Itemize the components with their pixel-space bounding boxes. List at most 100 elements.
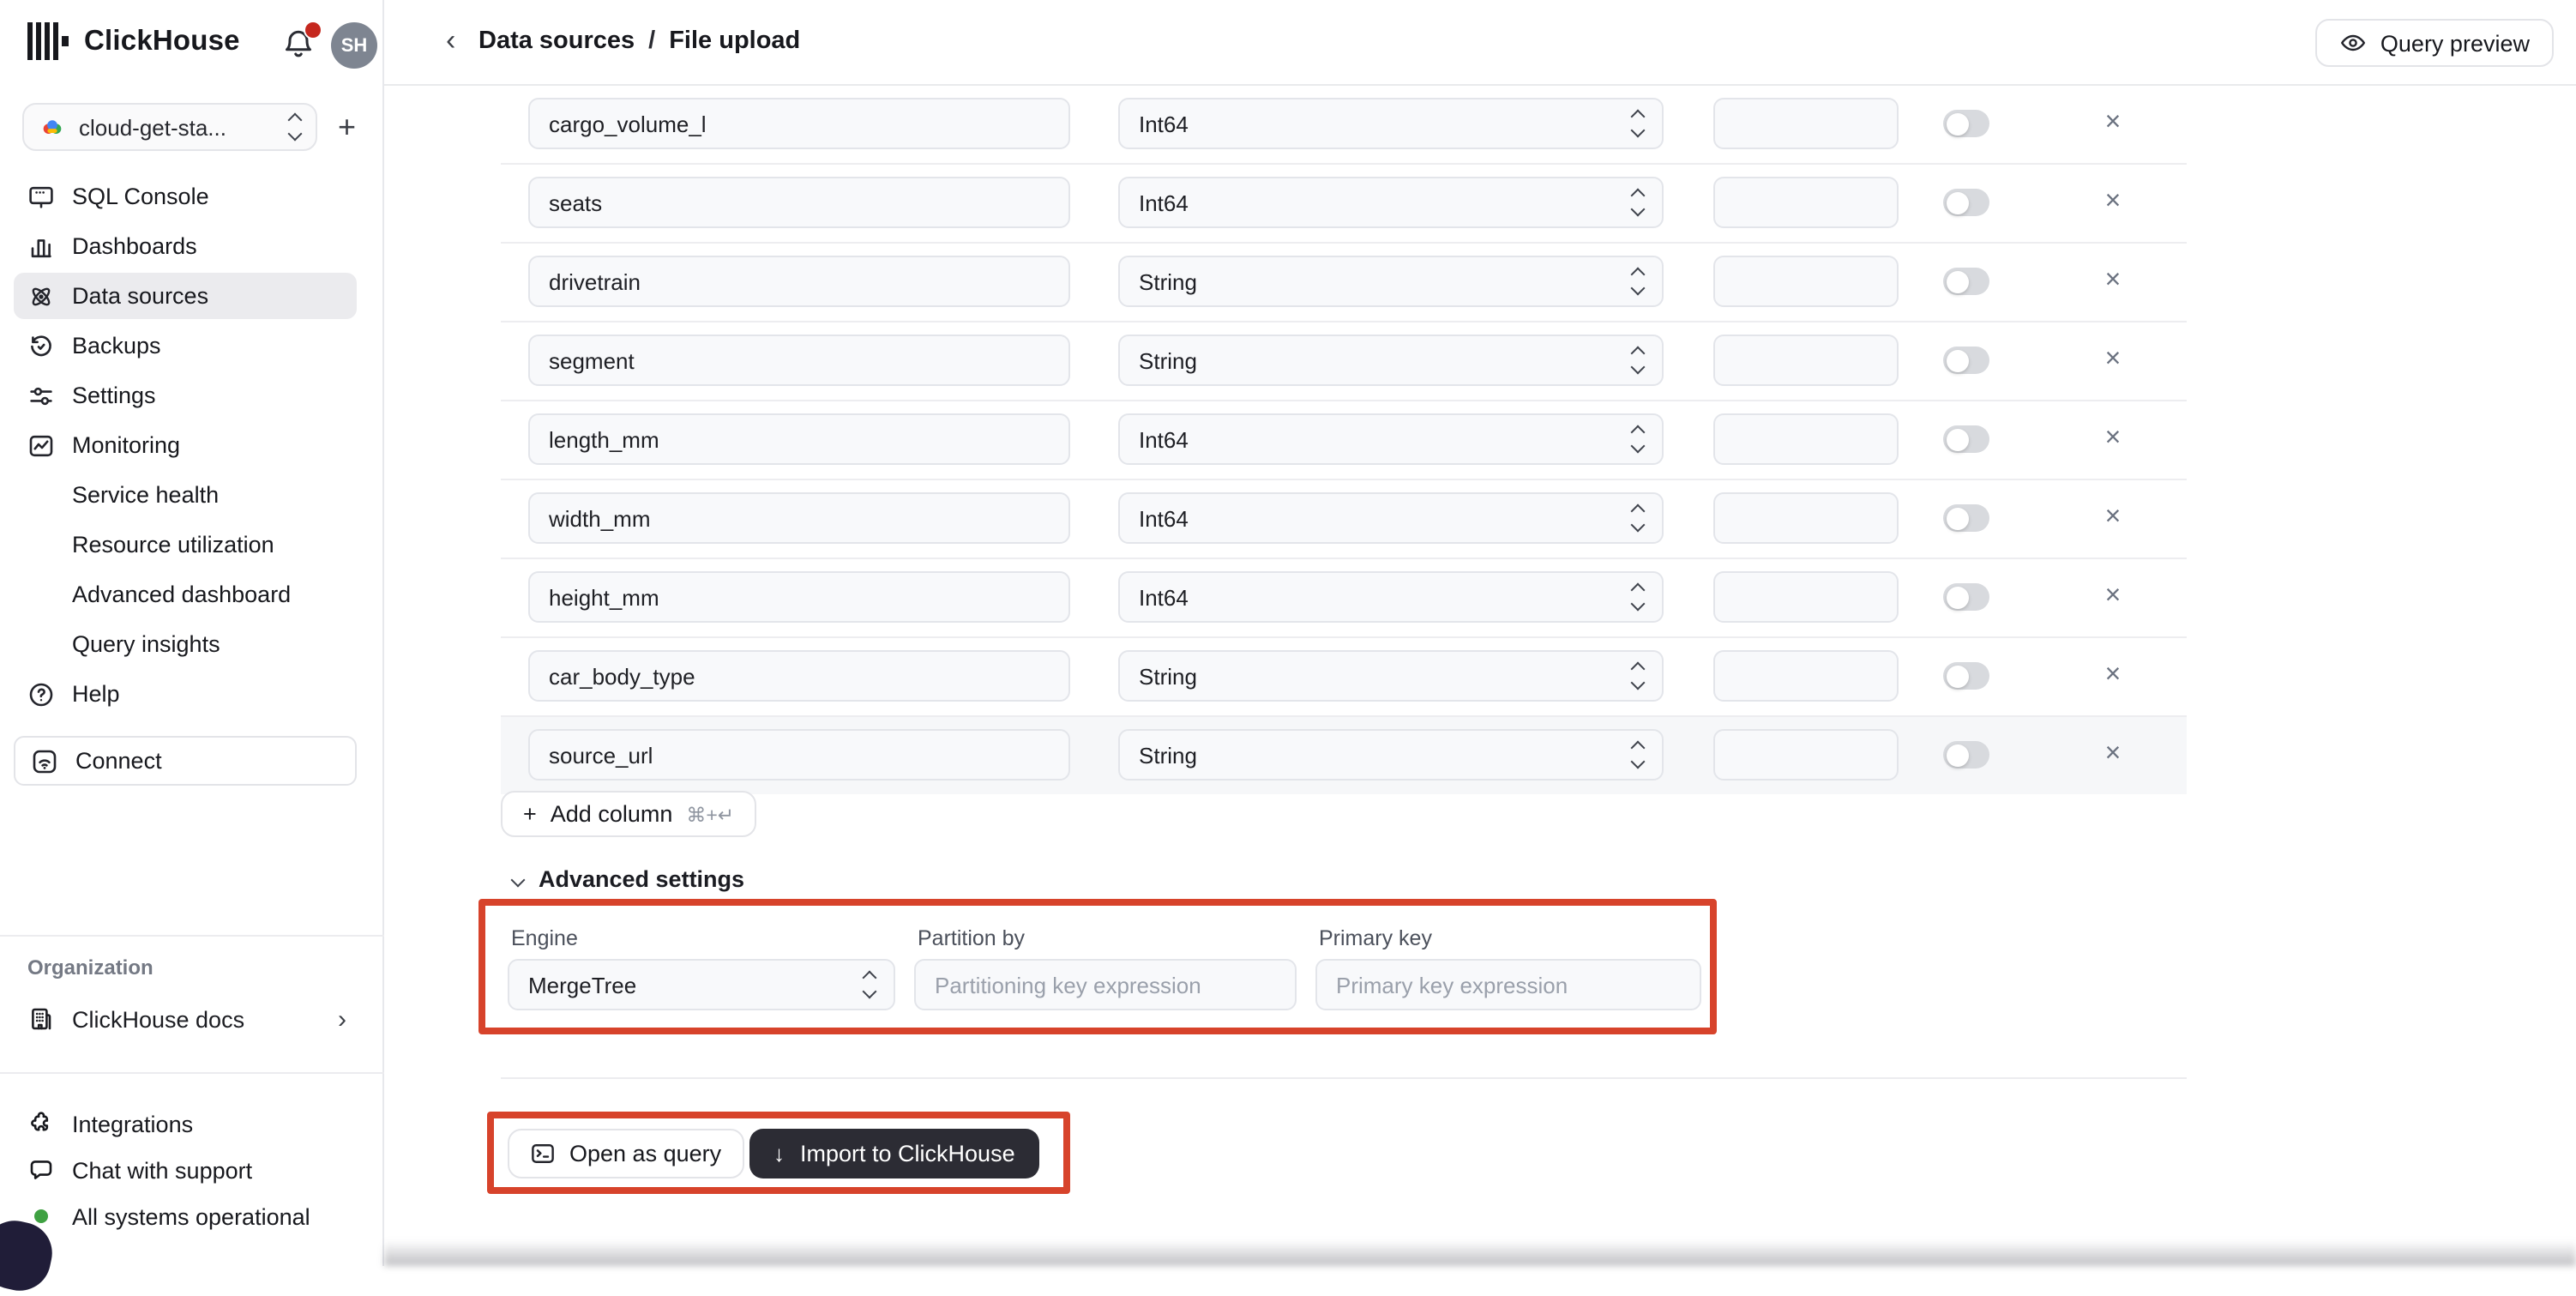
column-name-input[interactable]: [528, 256, 1070, 307]
nullable-toggle[interactable]: [1943, 583, 1989, 611]
breadcrumb: Data sources / File upload: [478, 27, 800, 55]
sidebar-item-settings[interactable]: Settings: [0, 371, 384, 420]
table-row: String ×: [501, 636, 2187, 715]
column-default-input[interactable]: [1713, 492, 1899, 544]
status-green-dot: [34, 1209, 48, 1223]
sidebar-item-advanced-dashboard[interactable]: Advanced dashboard: [0, 570, 384, 619]
column-name-input[interactable]: [528, 335, 1070, 386]
column-name-input[interactable]: [528, 413, 1070, 465]
clickhouse-logo[interactable]: ClickHouse: [27, 22, 240, 60]
select-updown-icon: [864, 973, 875, 997]
query-preview-button[interactable]: Query preview: [2315, 19, 2554, 67]
breadcrumb-data-sources[interactable]: Data sources: [478, 27, 635, 55]
avatar[interactable]: SH: [331, 22, 377, 69]
column-name-input[interactable]: [528, 650, 1070, 702]
add-column-button[interactable]: + Add column ⌘+↵: [501, 791, 756, 837]
logo-text: ClickHouse: [84, 25, 240, 57]
column-name-input[interactable]: [528, 571, 1070, 623]
column-default-input[interactable]: [1713, 177, 1899, 228]
select-updown-icon: [1633, 585, 1643, 609]
sidebar-item-label: Dashboards: [72, 233, 197, 259]
remove-column-button[interactable]: ×: [2092, 419, 2134, 460]
column-type-select[interactable]: String: [1118, 335, 1664, 386]
nullable-toggle[interactable]: [1943, 741, 1989, 769]
open-as-query-button[interactable]: Open as query: [508, 1129, 743, 1178]
column-type-select[interactable]: String: [1118, 650, 1664, 702]
system-status[interactable]: All systems operational: [0, 1192, 384, 1240]
sidebar-item-help[interactable]: Help: [0, 669, 384, 719]
remove-column-button[interactable]: ×: [2092, 497, 2134, 539]
sidebar-item-backups[interactable]: Backups: [0, 321, 384, 371]
breadcrumb-file-upload: File upload: [669, 27, 800, 55]
sidebar-item-dashboards[interactable]: Dashboards: [0, 221, 384, 271]
column-default-input[interactable]: [1713, 335, 1899, 386]
sidebar-item-monitoring[interactable]: Monitoring: [0, 420, 384, 470]
column-type-select[interactable]: Int64: [1118, 492, 1664, 544]
engine-value: MergeTree: [528, 972, 636, 998]
remove-column-button[interactable]: ×: [2092, 734, 2134, 775]
engine-label: Engine: [511, 926, 578, 950]
column-name-input[interactable]: [528, 729, 1070, 781]
nullable-toggle[interactable]: [1943, 268, 1989, 295]
column-type-select[interactable]: Int64: [1118, 98, 1664, 149]
column-type-value: Int64: [1139, 426, 1189, 452]
sidebar-item-service-health[interactable]: Service health: [0, 470, 384, 520]
primary-key-input[interactable]: [1315, 959, 1701, 1010]
column-type-select[interactable]: Int64: [1118, 413, 1664, 465]
sidebar-item-sql-console[interactable]: SQL Console: [0, 172, 384, 221]
sidebar-item-clickhouse-docs[interactable]: ClickHouse docs ›: [0, 995, 384, 1043]
add-column-shortcut: ⌘+↵: [686, 802, 734, 826]
toggle-knob: [1946, 191, 1968, 214]
remove-column-button[interactable]: ×: [2092, 340, 2134, 381]
remove-column-button[interactable]: ×: [2092, 655, 2134, 696]
connect-button[interactable]: Connect: [14, 736, 357, 786]
back-chevron-icon[interactable]: ‹: [446, 24, 455, 58]
remove-column-button[interactable]: ×: [2092, 182, 2134, 223]
column-default-input[interactable]: [1713, 650, 1899, 702]
column-type-select[interactable]: String: [1118, 256, 1664, 307]
query-preview-label: Query preview: [2380, 30, 2530, 56]
remove-column-button[interactable]: ×: [2092, 261, 2134, 302]
data-sources-icon: [27, 282, 55, 310]
remove-column-button[interactable]: ×: [2092, 576, 2134, 618]
column-type-select[interactable]: Int64: [1118, 571, 1664, 623]
sidebar-item-data-sources[interactable]: Data sources: [0, 271, 384, 321]
partition-by-label: Partition by: [918, 926, 1025, 950]
eye-icon: [2339, 29, 2367, 57]
import-to-clickhouse-button[interactable]: ↓ Import to ClickHouse: [749, 1129, 1039, 1178]
sidebar-item-resource-utilization[interactable]: Resource utilization: [0, 520, 384, 570]
column-default-input[interactable]: [1713, 413, 1899, 465]
nullable-toggle[interactable]: [1943, 347, 1989, 374]
column-name-input[interactable]: [528, 492, 1070, 544]
column-type-select[interactable]: String: [1118, 729, 1664, 781]
table-row: Int64 ×: [501, 400, 2187, 479]
column-type-value: Int64: [1139, 505, 1189, 531]
column-default-input[interactable]: [1713, 729, 1899, 781]
engine-select[interactable]: MergeTree: [508, 959, 895, 1010]
table-row: Int64 ×: [501, 558, 2187, 636]
nullable-toggle[interactable]: [1943, 504, 1989, 532]
column-default-input[interactable]: [1713, 571, 1899, 623]
gcp-cloud-icon: [39, 114, 65, 140]
nullable-toggle[interactable]: [1943, 425, 1989, 453]
toggle-knob: [1946, 507, 1968, 529]
sidebar-item-integrations[interactable]: Integrations: [0, 1100, 384, 1148]
column-name-input[interactable]: [528, 98, 1070, 149]
nullable-toggle[interactable]: [1943, 110, 1989, 137]
column-default-input[interactable]: [1713, 256, 1899, 307]
import-label: Import to ClickHouse: [800, 1141, 1015, 1166]
add-service-button[interactable]: +: [338, 106, 356, 148]
remove-column-button[interactable]: ×: [2092, 103, 2134, 144]
column-name-input[interactable]: [528, 177, 1070, 228]
partition-by-input[interactable]: [914, 959, 1297, 1010]
sidebar-item-chat-with-support[interactable]: Chat with support: [0, 1146, 384, 1194]
status-label: All systems operational: [72, 1203, 310, 1229]
table-row: Int64 ×: [501, 86, 2187, 163]
nullable-toggle[interactable]: [1943, 189, 1989, 216]
nullable-toggle[interactable]: [1943, 662, 1989, 690]
column-type-select[interactable]: Int64: [1118, 177, 1664, 228]
sidebar-item-query-insights[interactable]: Query insights: [0, 619, 384, 669]
advanced-settings-toggle[interactable]: Advanced settings: [513, 866, 744, 892]
service-selector[interactable]: cloud-get-sta...: [22, 103, 317, 151]
column-default-input[interactable]: [1713, 98, 1899, 149]
